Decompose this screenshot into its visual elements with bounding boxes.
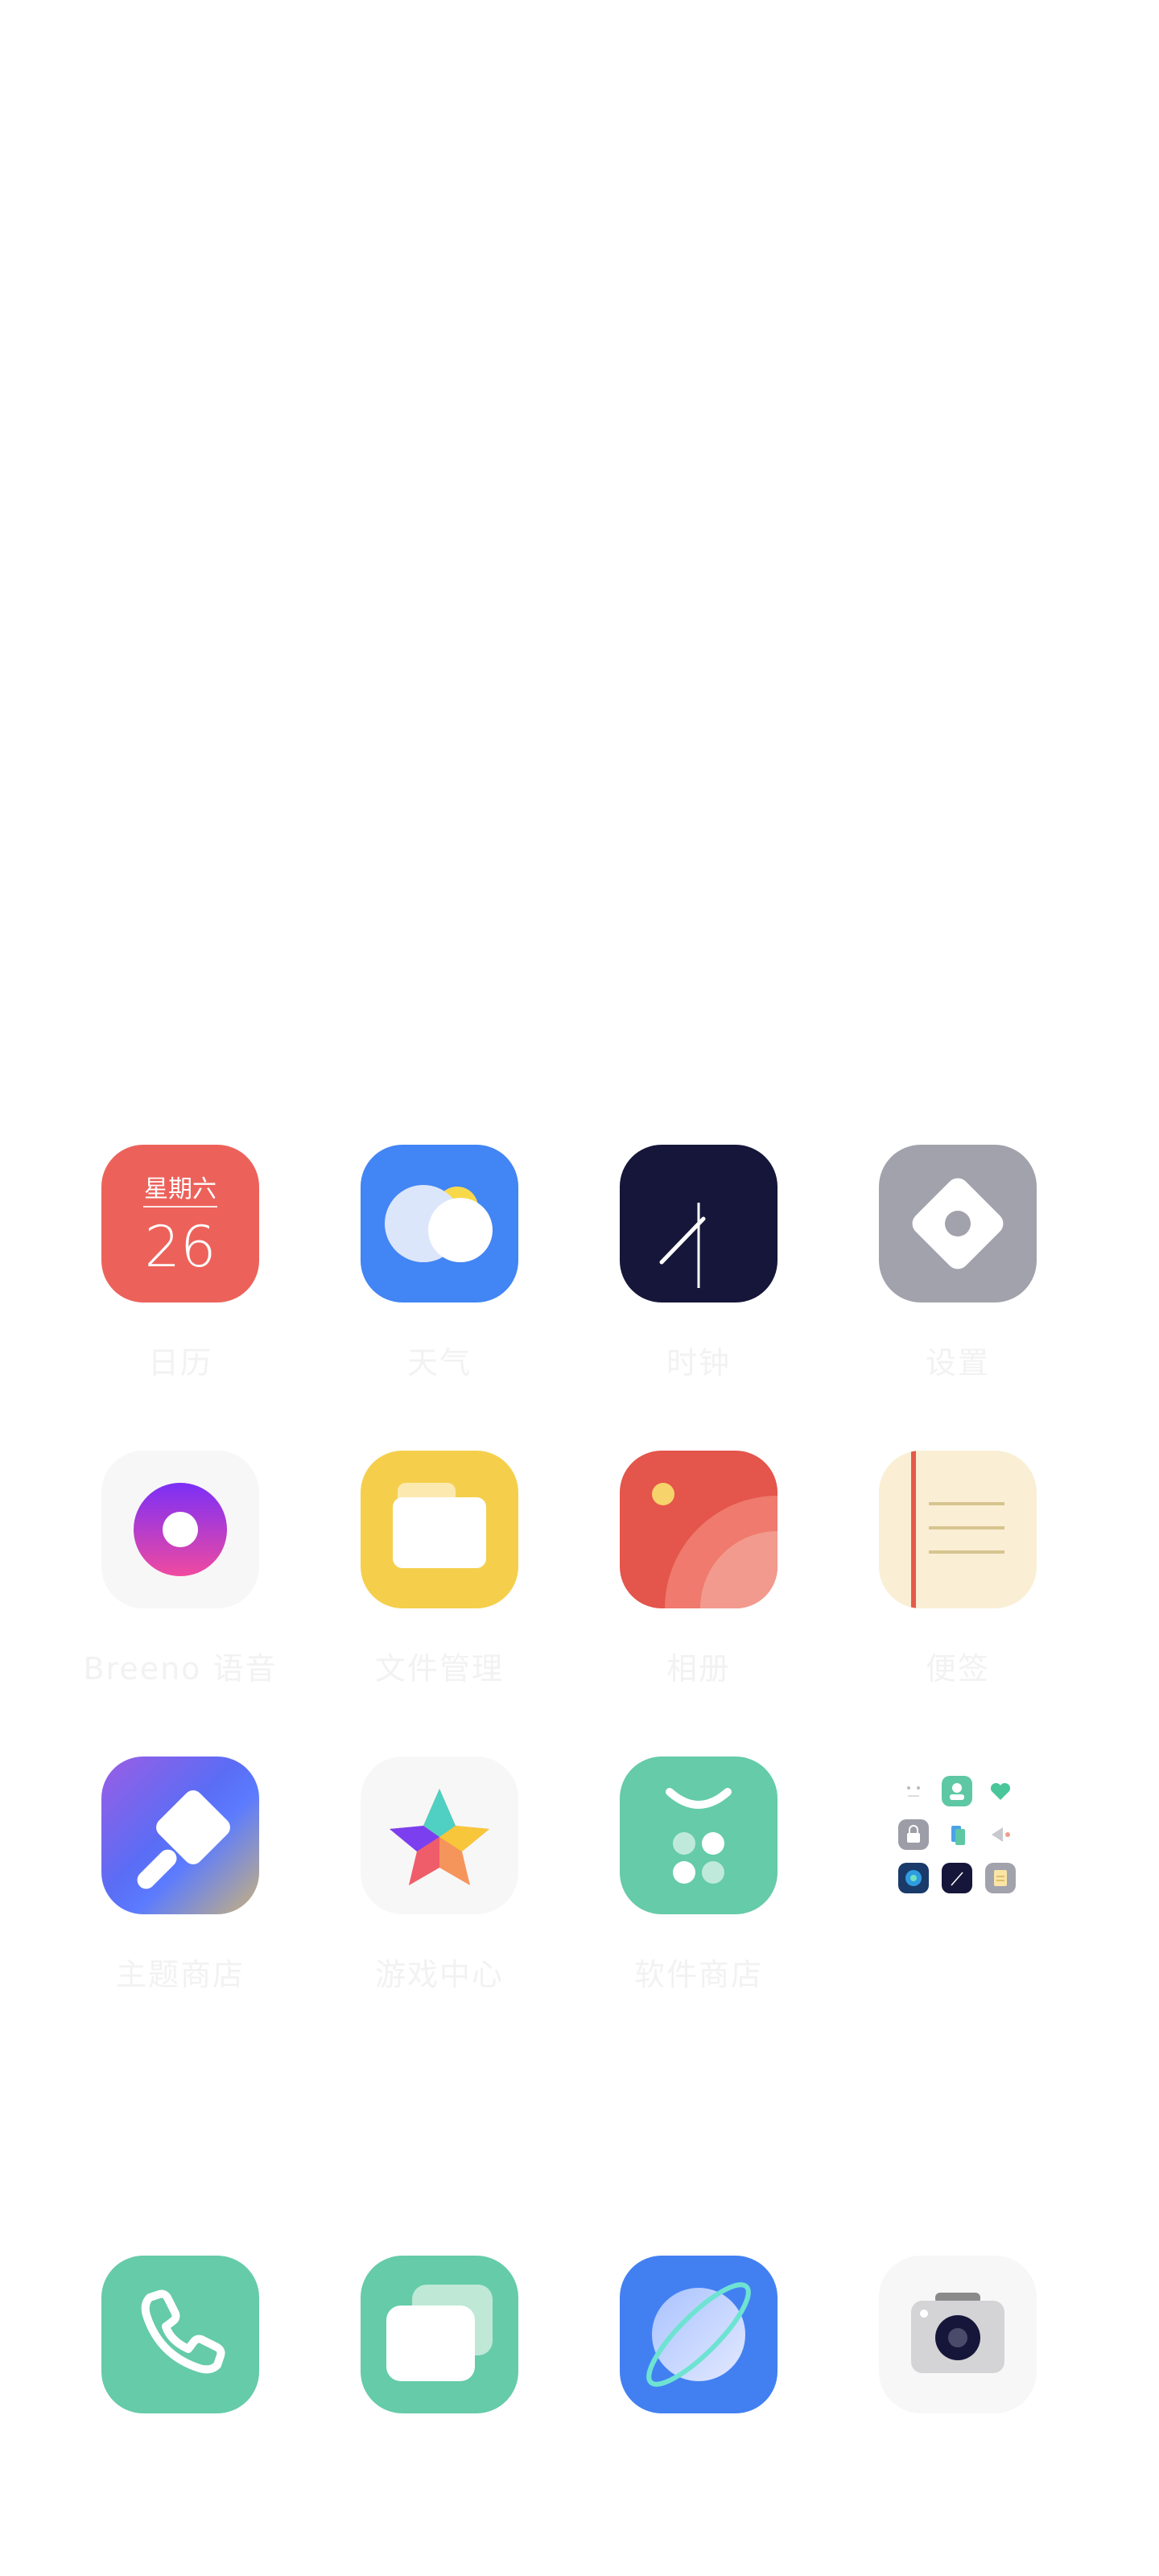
phone-icon [141,2289,225,2374]
heart-mini-icon [985,1776,1016,1806]
browser-app-icon[interactable] [620,2256,777,2413]
compass-mini-icon [898,1863,929,1893]
calendar-label: 日历 [147,1345,212,1381]
gear-icon [912,1178,1004,1269]
breeno-app-icon[interactable] [101,1451,259,1608]
phone-clone-mini-icon [942,1819,972,1850]
settings-label: 设置 [925,1345,990,1381]
shopping-bag-icon [666,1788,732,1884]
app-store-icon[interactable] [620,1757,777,1914]
contacts-mini-icon [942,1776,972,1806]
document-mini-icon [985,1863,1016,1893]
camera-app-icon[interactable] [879,2256,1037,2413]
breeno-icon [134,1483,227,1576]
themes-label: 主题商店 [115,1957,245,1992]
files-app-icon[interactable] [361,1451,518,1608]
speaker-mini-icon [985,1819,1016,1850]
clock-label: 时钟 [666,1345,731,1381]
messages-icon [386,2285,493,2381]
phone-app-icon[interactable] [101,2256,259,2413]
themes-app-icon[interactable] [101,1757,259,1914]
clock-mini-icon [942,1863,972,1893]
messages-app-icon[interactable] [361,2256,518,2413]
games-label: 游戏中心 [374,1957,504,1992]
photo-icon [652,1483,777,1608]
weather-label: 天气 [406,1345,472,1381]
breeno-label: Breeno 语音 [83,1651,278,1686]
camera-icon [911,2293,1004,2373]
calendar-day: 26 [144,1214,217,1280]
games-app-icon[interactable] [361,1757,518,1914]
calendar-weekday: 星期六 [144,1175,217,1203]
weather-icon [385,1185,493,1262]
folder-icon [393,1483,486,1568]
star-icon [390,1789,489,1885]
app-folder[interactable] [879,1757,1037,1914]
clock-app-icon[interactable] [620,1145,777,1302]
files-label: 文件管理 [374,1651,504,1686]
notes-label: 便签 [925,1651,990,1686]
folder-mini-icon [898,1776,929,1806]
lock-mini-icon [898,1819,929,1850]
settings-app-icon[interactable] [879,1145,1037,1302]
weather-app-icon[interactable] [361,1145,518,1302]
photos-label: 相册 [666,1651,731,1686]
app-store-label: 软件商店 [633,1957,763,1992]
photos-app-icon[interactable] [620,1451,777,1608]
clock-icon [659,1203,706,1288]
paintbrush-icon [137,1790,230,1889]
calendar-app-icon[interactable]: 星期六 26 [101,1145,259,1302]
notes-app-icon[interactable] [879,1451,1037,1608]
planet-icon [646,2282,751,2387]
notepad-icon [911,1451,1004,1608]
calendar-divider [143,1206,217,1208]
